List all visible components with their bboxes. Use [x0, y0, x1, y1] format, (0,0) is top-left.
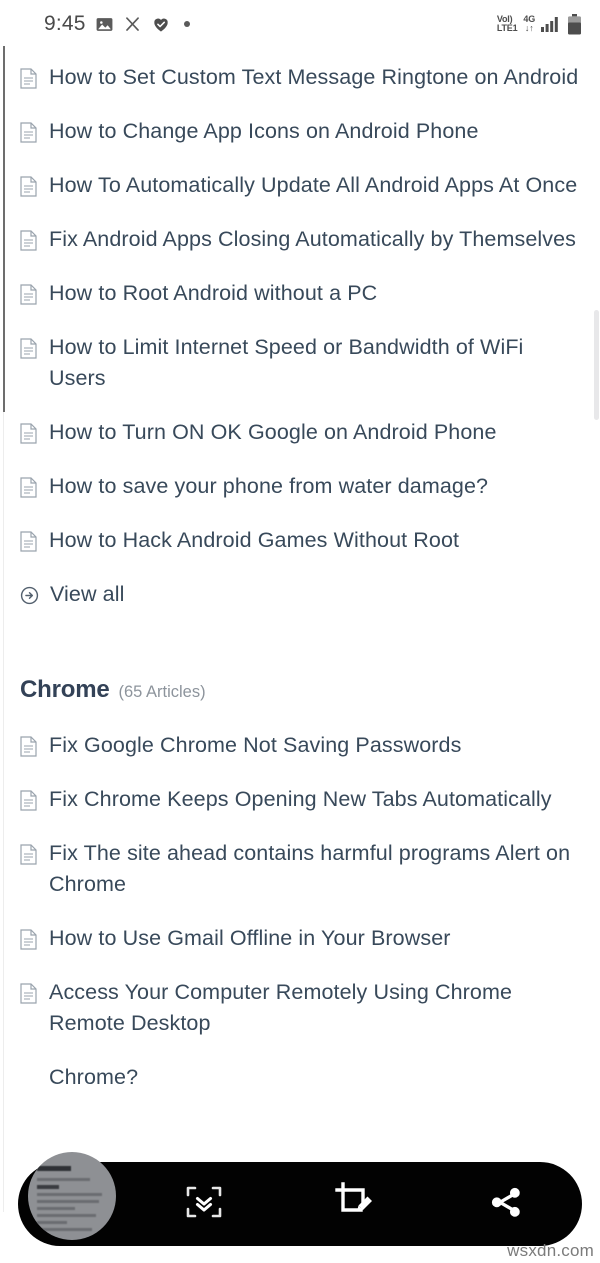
- share-button[interactable]: [431, 1162, 582, 1246]
- image-icon: [95, 15, 114, 34]
- list-item[interactable]: How to Set Custom Text Message Ringtone …: [0, 62, 600, 93]
- list-item[interactable]: How to Hack Android Games Without Root: [0, 525, 600, 556]
- signal-bars-icon: [541, 16, 561, 32]
- list-item-label: How to Limit Internet Speed or Bandwidth…: [49, 335, 524, 390]
- document-icon: [20, 230, 37, 251]
- list-item-label: How to Hack Android Games Without Root: [49, 528, 460, 552]
- list-item[interactable]: Fix Chrome Keeps Opening New Tabs Automa…: [0, 784, 600, 815]
- scissors-icon: [123, 15, 142, 34]
- scroll-capture-icon: [184, 1182, 224, 1227]
- dot-icon: [183, 21, 190, 27]
- list-item-label: How to Change App Icons on Android Phone: [49, 119, 479, 143]
- crop-edit-icon: [334, 1181, 376, 1228]
- thumbnail-preview-content: [28, 1152, 116, 1240]
- status-bar-clock: 9:45: [44, 12, 86, 35]
- thumbnail-line: [37, 1200, 100, 1203]
- screenshot-toolbar: [18, 1152, 582, 1246]
- list-item-label: Fix Android Apps Closing Automatically b…: [49, 227, 577, 251]
- battery-icon: [567, 13, 582, 35]
- watermark: wsxdn.com: [507, 1241, 594, 1260]
- list-item[interactable]: How to Root Android without a PC: [0, 278, 600, 309]
- list-item[interactable]: Access Your Computer Remotely Using Chro…: [0, 977, 600, 1039]
- arrow-circle-right-icon: [20, 586, 39, 605]
- list-item[interactable]: How to Use Gmail Offline in Your Browser: [0, 923, 600, 954]
- list-item[interactable]: How To Automatically Update All Android …: [0, 170, 600, 201]
- document-icon: [20, 736, 37, 757]
- view-all-link[interactable]: View all: [0, 579, 600, 610]
- list-item-label: Fix Google Chrome Not Saving Passwords: [49, 733, 462, 757]
- status-bar-left: 9:45: [44, 12, 190, 36]
- list-item-partial[interactable]: Chrome?: [0, 1062, 600, 1093]
- document-icon: [20, 531, 37, 552]
- thumbnail-line: [37, 1178, 91, 1181]
- chrome-section-list: Fix Google Chrome Not Saving Passwords F…: [0, 730, 600, 1093]
- document-icon: [20, 68, 37, 89]
- volte-indicator: VoI) LTE1: [496, 14, 518, 33]
- document-icon: [20, 338, 37, 359]
- thumbnail-line: [37, 1193, 103, 1196]
- list-item[interactable]: How to Turn ON OK Google on Android Phon…: [0, 417, 600, 448]
- scroll-capture-button[interactable]: [128, 1162, 279, 1246]
- document-icon: [20, 929, 37, 950]
- share-icon: [487, 1183, 525, 1226]
- list-item-label: How to Turn ON OK Google on Android Phon…: [49, 420, 497, 444]
- document-icon: [20, 790, 37, 811]
- list-item-label: How to Use Gmail Offline in Your Browser: [49, 926, 451, 950]
- list-item-label: Access Your Computer Remotely Using Chro…: [49, 980, 513, 1035]
- thumbnail-line: [37, 1221, 67, 1224]
- thumbnail-line: [37, 1207, 76, 1210]
- list-item-label: Fix The site ahead contains harmful prog…: [49, 841, 571, 896]
- thumbnail-title-bar: [37, 1166, 72, 1171]
- screen-root: 9:45 VoI) LTE1 4G ↓↑ How to Set Custom T…: [0, 0, 600, 1263]
- thumbnail-line: [37, 1185, 60, 1189]
- document-icon: [20, 983, 37, 1004]
- document-icon: [20, 477, 37, 498]
- status-bar: 9:45 VoI) LTE1 4G ↓↑: [0, 0, 600, 48]
- document-icon: [20, 176, 37, 197]
- screenshot-preview-thumbnail[interactable]: [28, 1152, 116, 1240]
- list-item[interactable]: How to save your phone from water damage…: [0, 471, 600, 502]
- status-bar-right: VoI) LTE1 4G ↓↑: [496, 13, 582, 35]
- list-item-label: How to Set Custom Text Message Ringtone …: [49, 65, 579, 89]
- heart-check-icon: [151, 14, 171, 34]
- list-item[interactable]: Fix Android Apps Closing Automatically b…: [0, 224, 600, 255]
- list-item[interactable]: Fix The site ahead contains harmful prog…: [0, 838, 600, 900]
- list-item-label: Fix Chrome Keeps Opening New Tabs Automa…: [49, 787, 552, 811]
- chrome-section-header: Chrome (65 Articles): [0, 676, 600, 704]
- document-icon: [20, 284, 37, 305]
- android-section-list: How to Set Custom Text Message Ringtone …: [0, 48, 600, 610]
- list-item-label: Chrome?: [49, 1065, 139, 1089]
- crop-edit-button[interactable]: [279, 1162, 430, 1246]
- list-item[interactable]: How to Limit Internet Speed or Bandwidth…: [0, 332, 600, 394]
- list-item-label: How to Root Android without a PC: [49, 281, 378, 305]
- document-icon: [20, 122, 37, 143]
- list-item-label: How To Automatically Update All Android …: [49, 173, 578, 197]
- article-list-content: How to Set Custom Text Message Ringtone …: [0, 48, 600, 1116]
- document-icon: [20, 844, 37, 865]
- list-item[interactable]: Fix Google Chrome Not Saving Passwords: [0, 730, 600, 761]
- section-article-count: (65 Articles): [118, 683, 206, 701]
- document-icon: [20, 423, 37, 444]
- thumbnail-line: [37, 1228, 92, 1231]
- thumbnail-line: [37, 1214, 97, 1217]
- view-all-label: View all: [50, 582, 125, 606]
- list-item-label: How to save your phone from water damage…: [49, 474, 489, 498]
- section-title: Chrome: [20, 676, 110, 703]
- list-item[interactable]: How to Change App Icons on Android Phone: [0, 116, 600, 147]
- network-type-indicator: 4G ↓↑: [523, 14, 535, 33]
